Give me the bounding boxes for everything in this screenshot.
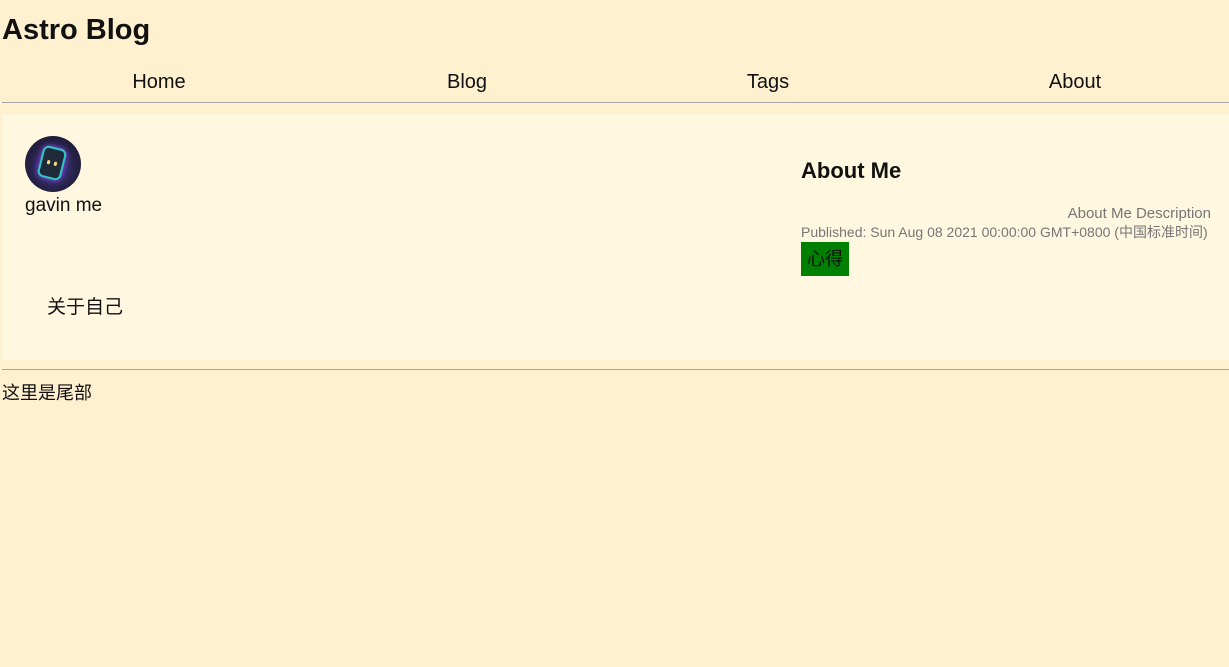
nav-link-blog[interactable]: Blog: [447, 70, 487, 94]
author-name: gavin me: [25, 195, 103, 216]
post-description: About Me Description: [1067, 205, 1211, 222]
nav-link-tags[interactable]: Tags: [747, 70, 789, 94]
nav-link-about[interactable]: About: [1049, 70, 1101, 94]
avatar-eye-left: [46, 159, 51, 165]
footer-text: 这里是尾部: [2, 383, 92, 403]
footer: 这里是尾部: [2, 369, 1229, 403]
post-content: 关于自己: [47, 297, 124, 318]
avatar-figure-icon: [38, 146, 66, 180]
post-title: About Me: [801, 158, 902, 183]
post-published-date: Published: Sun Aug 08 2021 00:00:00 GMT+…: [801, 224, 1208, 240]
avatar-eye-right: [53, 161, 58, 167]
nav-link-home[interactable]: Home: [132, 70, 185, 94]
avatar: [25, 136, 81, 192]
site-title: Astro Blog: [2, 14, 151, 46]
tag-badge[interactable]: 心得: [801, 242, 849, 276]
post-card: gavin me 关于自己 About Me About Me Descript…: [2, 114, 1229, 360]
main-nav: Home Blog Tags About: [2, 64, 1229, 103]
